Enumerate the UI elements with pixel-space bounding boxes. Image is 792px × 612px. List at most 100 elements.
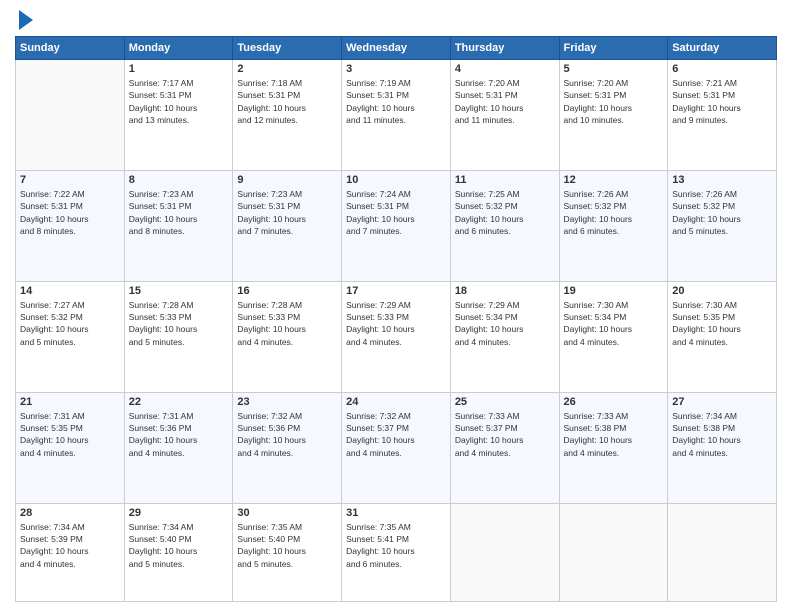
day-info: Sunrise: 7:35 AM Sunset: 5:40 PM Dayligh…	[237, 521, 337, 570]
day-cell: 24 Sunrise: 7:32 AM Sunset: 5:37 PM Dayli…	[342, 392, 451, 503]
day-cell: 23Sunrise: 7:32 AM Sunset: 5:36 PM Dayli…	[233, 392, 342, 503]
day-cell	[668, 503, 777, 601]
day-cell: 8 Sunrise: 7:23 AM Sunset: 5:31 PM Daylig…	[124, 170, 233, 281]
day-number: 1	[129, 63, 229, 75]
day-cell: 10 Sunrise: 7:24 AM Sunset: 5:31 PM Dayli…	[342, 170, 451, 281]
week-row-4: 21 Sunrise: 7:31 AM Sunset: 5:35 PM Dayli…	[16, 392, 777, 503]
day-info: Sunrise: 7:24 AM Sunset: 5:31 PM Dayligh…	[346, 188, 446, 237]
day-info: Sunrise: 7:29 AM Sunset: 5:34 PM Dayligh…	[455, 299, 555, 348]
day-number: 19	[564, 285, 664, 297]
day-cell: 20 Sunrise: 7:30 AM Sunset: 5:35 PM Dayli…	[668, 281, 777, 392]
day-cell: 9 Sunrise: 7:23 AM Sunset: 5:31 PM Daylig…	[233, 170, 342, 281]
day-number: 17	[346, 285, 446, 297]
day-cell: 26Sunrise: 7:33 AM Sunset: 5:38 PM Dayli…	[559, 392, 668, 503]
day-info: Sunrise: 7:34 AM Sunset: 5:40 PM Dayligh…	[129, 521, 229, 570]
day-number: 16	[237, 285, 337, 297]
day-number: 11	[455, 174, 555, 186]
day-cell: 4 Sunrise: 7:20 AM Sunset: 5:31 PM Daylig…	[450, 60, 559, 171]
day-cell: 11 Sunrise: 7:25 AM Sunset: 5:32 PM Dayli…	[450, 170, 559, 281]
day-info: Sunrise: 7:20 AM Sunset: 5:31 PM Dayligh…	[455, 77, 555, 126]
day-info: Sunrise: 7:19 AM Sunset: 5:31 PM Dayligh…	[346, 77, 446, 126]
day-info: Sunrise: 7:28 AM Sunset: 5:33 PM Dayligh…	[129, 299, 229, 348]
week-row-5: 28 Sunrise: 7:34 AM Sunset: 5:39 PM Dayli…	[16, 503, 777, 601]
column-header-thursday: Thursday	[450, 37, 559, 60]
day-number: 28	[20, 507, 120, 519]
day-number: 10	[346, 174, 446, 186]
day-number: 9	[237, 174, 337, 186]
day-number: 14	[20, 285, 120, 297]
week-row-3: 14Sunrise: 7:27 AM Sunset: 5:32 PM Dayli…	[16, 281, 777, 392]
day-info: Sunrise: 7:18 AM Sunset: 5:31 PM Dayligh…	[237, 77, 337, 126]
day-info: Sunrise: 7:23 AM Sunset: 5:31 PM Dayligh…	[237, 188, 337, 237]
day-number: 31	[346, 507, 446, 519]
day-cell: 31 Sunrise: 7:35 AM Sunset: 5:41 PM Dayli…	[342, 503, 451, 601]
day-number: 13	[672, 174, 772, 186]
day-cell: 7 Sunrise: 7:22 AM Sunset: 5:31 PM Daylig…	[16, 170, 125, 281]
day-number: 18	[455, 285, 555, 297]
day-cell: 2 Sunrise: 7:18 AM Sunset: 5:31 PM Daylig…	[233, 60, 342, 171]
day-info: Sunrise: 7:20 AM Sunset: 5:31 PM Dayligh…	[564, 77, 664, 126]
day-cell: 30 Sunrise: 7:35 AM Sunset: 5:40 PM Dayli…	[233, 503, 342, 601]
day-info: Sunrise: 7:31 AM Sunset: 5:35 PM Dayligh…	[20, 410, 120, 459]
page: SundayMondayTuesdayWednesdayThursdayFrid…	[0, 0, 792, 612]
day-cell: 29 Sunrise: 7:34 AM Sunset: 5:40 PM Dayli…	[124, 503, 233, 601]
day-cell: 13Sunrise: 7:26 AM Sunset: 5:32 PM Dayli…	[668, 170, 777, 281]
day-number: 8	[129, 174, 229, 186]
day-number: 29	[129, 507, 229, 519]
day-info: Sunrise: 7:22 AM Sunset: 5:31 PM Dayligh…	[20, 188, 120, 237]
day-info: Sunrise: 7:32 AM Sunset: 5:37 PM Dayligh…	[346, 410, 446, 459]
day-cell: 12 Sunrise: 7:26 AM Sunset: 5:32 PM Dayli…	[559, 170, 668, 281]
day-info: Sunrise: 7:34 AM Sunset: 5:39 PM Dayligh…	[20, 521, 120, 570]
day-cell: 27 Sunrise: 7:34 AM Sunset: 5:38 PM Dayli…	[668, 392, 777, 503]
day-info: Sunrise: 7:26 AM Sunset: 5:32 PM Dayligh…	[564, 188, 664, 237]
day-number: 4	[455, 63, 555, 75]
day-cell: 25Sunrise: 7:33 AM Sunset: 5:37 PM Dayli…	[450, 392, 559, 503]
day-cell: 28 Sunrise: 7:34 AM Sunset: 5:39 PM Dayli…	[16, 503, 125, 601]
day-info: Sunrise: 7:30 AM Sunset: 5:35 PM Dayligh…	[672, 299, 772, 348]
day-info: Sunrise: 7:23 AM Sunset: 5:31 PM Dayligh…	[129, 188, 229, 237]
day-number: 24	[346, 396, 446, 408]
day-number: 7	[20, 174, 120, 186]
day-cell: 21 Sunrise: 7:31 AM Sunset: 5:35 PM Dayli…	[16, 392, 125, 503]
day-cell: 5Sunrise: 7:20 AM Sunset: 5:31 PM Daylig…	[559, 60, 668, 171]
day-info: Sunrise: 7:33 AM Sunset: 5:38 PM Dayligh…	[564, 410, 664, 459]
day-number: 30	[237, 507, 337, 519]
day-info: Sunrise: 7:34 AM Sunset: 5:38 PM Dayligh…	[672, 410, 772, 459]
day-cell: 3 Sunrise: 7:19 AM Sunset: 5:31 PM Daylig…	[342, 60, 451, 171]
day-info: Sunrise: 7:29 AM Sunset: 5:33 PM Dayligh…	[346, 299, 446, 348]
logo-arrow-icon	[19, 10, 33, 30]
column-header-wednesday: Wednesday	[342, 37, 451, 60]
day-cell: 18 Sunrise: 7:29 AM Sunset: 5:34 PM Dayli…	[450, 281, 559, 392]
day-info: Sunrise: 7:17 AM Sunset: 5:31 PM Dayligh…	[129, 77, 229, 126]
day-number: 2	[237, 63, 337, 75]
day-number: 20	[672, 285, 772, 297]
day-number: 23	[237, 396, 337, 408]
week-row-2: 7 Sunrise: 7:22 AM Sunset: 5:31 PM Daylig…	[16, 170, 777, 281]
header	[15, 10, 777, 30]
day-info: Sunrise: 7:31 AM Sunset: 5:36 PM Dayligh…	[129, 410, 229, 459]
day-info: Sunrise: 7:25 AM Sunset: 5:32 PM Dayligh…	[455, 188, 555, 237]
day-number: 15	[129, 285, 229, 297]
day-number: 22	[129, 396, 229, 408]
day-number: 25	[455, 396, 555, 408]
day-info: Sunrise: 7:21 AM Sunset: 5:31 PM Dayligh…	[672, 77, 772, 126]
day-info: Sunrise: 7:28 AM Sunset: 5:33 PM Dayligh…	[237, 299, 337, 348]
day-info: Sunrise: 7:30 AM Sunset: 5:34 PM Dayligh…	[564, 299, 664, 348]
day-cell: 17 Sunrise: 7:29 AM Sunset: 5:33 PM Dayli…	[342, 281, 451, 392]
day-number: 21	[20, 396, 120, 408]
column-header-sunday: Sunday	[16, 37, 125, 60]
day-cell	[559, 503, 668, 601]
day-cell	[16, 60, 125, 171]
calendar-table: SundayMondayTuesdayWednesdayThursdayFrid…	[15, 36, 777, 602]
column-header-saturday: Saturday	[668, 37, 777, 60]
day-info: Sunrise: 7:35 AM Sunset: 5:41 PM Dayligh…	[346, 521, 446, 570]
logo	[15, 10, 33, 30]
column-header-friday: Friday	[559, 37, 668, 60]
day-cell: 14Sunrise: 7:27 AM Sunset: 5:32 PM Dayli…	[16, 281, 125, 392]
day-number: 3	[346, 63, 446, 75]
day-cell: 6Sunrise: 7:21 AM Sunset: 5:31 PM Daylig…	[668, 60, 777, 171]
day-number: 27	[672, 396, 772, 408]
day-number: 12	[564, 174, 664, 186]
column-header-monday: Monday	[124, 37, 233, 60]
header-row: SundayMondayTuesdayWednesdayThursdayFrid…	[16, 37, 777, 60]
